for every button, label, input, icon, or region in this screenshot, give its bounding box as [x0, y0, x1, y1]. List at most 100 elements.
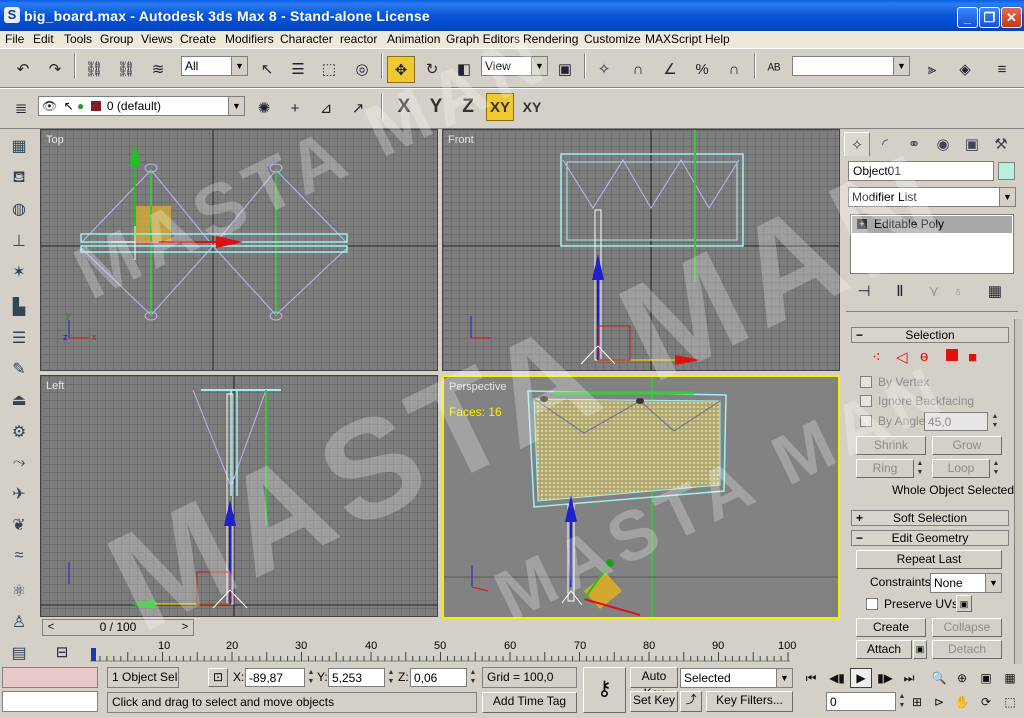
- redo-icon[interactable]: ↷: [43, 57, 67, 81]
- display-tab-icon[interactable]: ▣: [959, 132, 985, 156]
- axis-y-button[interactable]: Y: [422, 93, 450, 121]
- y-coordinate-input[interactable]: 5,253: [328, 668, 385, 687]
- create-button[interactable]: Create: [856, 618, 926, 637]
- stack-icon[interactable]: ☰: [7, 326, 31, 350]
- zoom-extents-icon[interactable]: ▣: [975, 668, 997, 688]
- snap-toggle-icon[interactable]: ∩: [626, 57, 650, 81]
- edge-icon[interactable]: ◁: [896, 348, 908, 366]
- select-by-name-icon[interactable]: ☰: [286, 57, 310, 81]
- viewport-front[interactable]: Front: [442, 129, 840, 371]
- next-frame-icon[interactable]: ▮▶: [874, 668, 896, 688]
- menu-group[interactable]: Group: [100, 32, 133, 46]
- select-and-rotate-icon[interactable]: ↻: [420, 57, 444, 81]
- by-angle-checkbox[interactable]: By Angle:: [860, 414, 929, 428]
- viewport-perspective[interactable]: Perspective Faces: 16: [442, 375, 840, 619]
- create-new-layer-icon[interactable]: +: [283, 96, 307, 120]
- viewport-left[interactable]: Left: [40, 375, 438, 617]
- maxscript-listener-white[interactable]: [2, 691, 98, 712]
- teapot-icon[interactable]: ⛾: [7, 166, 31, 190]
- percent-snap-icon[interactable]: %: [690, 57, 714, 81]
- modify-tab-icon[interactable]: ◜: [872, 132, 898, 156]
- select-layer-objects-icon[interactable]: ↗: [346, 96, 370, 120]
- modifier-list-dropdown[interactable]: Modifier List ▼: [848, 187, 1016, 207]
- undo-icon[interactable]: ↶: [11, 57, 35, 81]
- vertex-icon[interactable]: ⁖: [872, 348, 881, 366]
- element-icon[interactable]: ■: [968, 349, 977, 366]
- z-coordinate-input[interactable]: 0,06: [410, 668, 467, 687]
- go-to-end-icon[interactable]: ⏭: [898, 668, 920, 688]
- key-mode-dropdown[interactable]: Selected ▼: [680, 668, 793, 688]
- menu-file[interactable]: File: [5, 32, 24, 46]
- border-icon[interactable]: ɵ: [920, 348, 928, 365]
- lamp-icon[interactable]: ⏏: [7, 388, 31, 412]
- shrink-button[interactable]: Shrink: [856, 436, 926, 455]
- ignore-backfacing-checkbox[interactable]: Ignore Backfacing: [860, 394, 974, 408]
- field-of-view-icon[interactable]: ⊳: [928, 692, 950, 712]
- default-in-out-tangents-icon[interactable]: ⤴: [680, 691, 702, 712]
- utilities-tab-icon[interactable]: ⚒: [988, 132, 1014, 156]
- attach-list-button[interactable]: ▣: [913, 640, 927, 659]
- set-key-button[interactable]: Set Key: [630, 691, 678, 712]
- motion-tab-icon[interactable]: ◉: [930, 132, 956, 156]
- time-slider[interactable]: < 0 / 100 >: [42, 619, 194, 636]
- checker-icon[interactable]: ▙: [7, 295, 31, 319]
- biped-icon[interactable]: ♙: [7, 610, 31, 634]
- select-and-manipulate-icon[interactable]: ✧: [592, 57, 616, 81]
- minimize-button[interactable]: _: [957, 7, 978, 28]
- object-color-swatch[interactable]: [998, 162, 1015, 180]
- pan-icon[interactable]: ✋: [951, 692, 973, 712]
- box-icon[interactable]: ▦: [7, 134, 31, 158]
- expand-icon[interactable]: +: [857, 219, 867, 229]
- viewport-top[interactable]: Top z x y: [40, 129, 438, 371]
- detach-button[interactable]: Detach: [932, 640, 1002, 659]
- axis-xy-button[interactable]: XY: [486, 93, 514, 121]
- menu-customize[interactable]: Customize: [584, 32, 641, 46]
- script-icon[interactable]: ▤: [7, 641, 31, 665]
- command-panel-scrollbar[interactable]: [1014, 319, 1022, 664]
- modifier-stack[interactable]: + Editable Poly: [850, 214, 1014, 274]
- rectangular-selection-icon[interactable]: ⬚: [317, 57, 341, 81]
- layer-manager-icon[interactable]: ≡: [990, 57, 1014, 81]
- set-current-layer-icon[interactable]: ✺: [252, 96, 276, 120]
- remove-modifier-icon[interactable]: ♁: [946, 279, 970, 303]
- mini-curve-editor-icon[interactable]: ⊟: [50, 640, 74, 664]
- collapse-button[interactable]: Collapse: [932, 618, 1002, 637]
- cloth-icon[interactable]: ❦: [7, 513, 31, 537]
- close-button[interactable]: ✕: [1001, 7, 1022, 28]
- zoom-extents-all-icon[interactable]: ▦: [999, 668, 1021, 688]
- menu-animation[interactable]: Animation: [387, 32, 440, 46]
- by-angle-spinner[interactable]: ▲ ▼: [990, 412, 1000, 431]
- menu-create[interactable]: Create: [180, 32, 216, 46]
- window-crossing-icon[interactable]: ◎: [350, 57, 374, 81]
- select-and-scale-icon[interactable]: ◧: [452, 57, 476, 81]
- configure-sets-icon[interactable]: ▦: [983, 279, 1007, 303]
- auto-key-button[interactable]: Auto Key: [630, 667, 678, 700]
- chevron-right-icon[interactable]: >: [178, 620, 192, 635]
- lathe-icon[interactable]: ⊥: [7, 229, 31, 253]
- menu-rendering[interactable]: Rendering: [523, 32, 578, 46]
- menu-views[interactable]: Views: [141, 32, 173, 46]
- hierarchy-tab-icon[interactable]: ⚭: [901, 132, 927, 156]
- selection-filter-dropdown[interactable]: All ▼: [181, 56, 248, 76]
- create-tab-icon[interactable]: ✧: [844, 132, 870, 156]
- layer-list-icon[interactable]: ≣: [9, 96, 33, 120]
- align-icon[interactable]: ◈: [953, 57, 977, 81]
- reactor-icon[interactable]: ⚛: [7, 579, 31, 603]
- polygon-icon[interactable]: [946, 349, 958, 361]
- lock-selection-icon[interactable]: ⊡: [208, 668, 228, 687]
- pencil-icon[interactable]: ✎: [7, 357, 31, 381]
- unlink-selection-icon[interactable]: ⛓: [114, 57, 138, 81]
- repeat-last-button[interactable]: Repeat Last: [856, 550, 1002, 569]
- menu-modifiers[interactable]: Modifiers: [225, 32, 274, 46]
- play-icon[interactable]: ▶: [850, 668, 872, 688]
- sphere-icon[interactable]: ◍: [7, 197, 31, 221]
- timeline-track[interactable]: 10 20 30 40 50 60 70 80 90 100: [90, 640, 796, 662]
- reference-coordinate-dropdown[interactable]: View ▼: [481, 56, 548, 76]
- make-unique-icon[interactable]: ⋎: [922, 279, 946, 303]
- loop-button[interactable]: Loop: [932, 459, 990, 478]
- menu-edit[interactable]: Edit: [33, 32, 54, 46]
- ring-button[interactable]: Ring: [856, 459, 914, 478]
- layer-dropdown[interactable]: 👁 ↖ ● 0 (default) ▼: [38, 96, 245, 116]
- attach-button[interactable]: Attach: [856, 640, 912, 659]
- gear-icon[interactable]: ⚙: [7, 420, 31, 444]
